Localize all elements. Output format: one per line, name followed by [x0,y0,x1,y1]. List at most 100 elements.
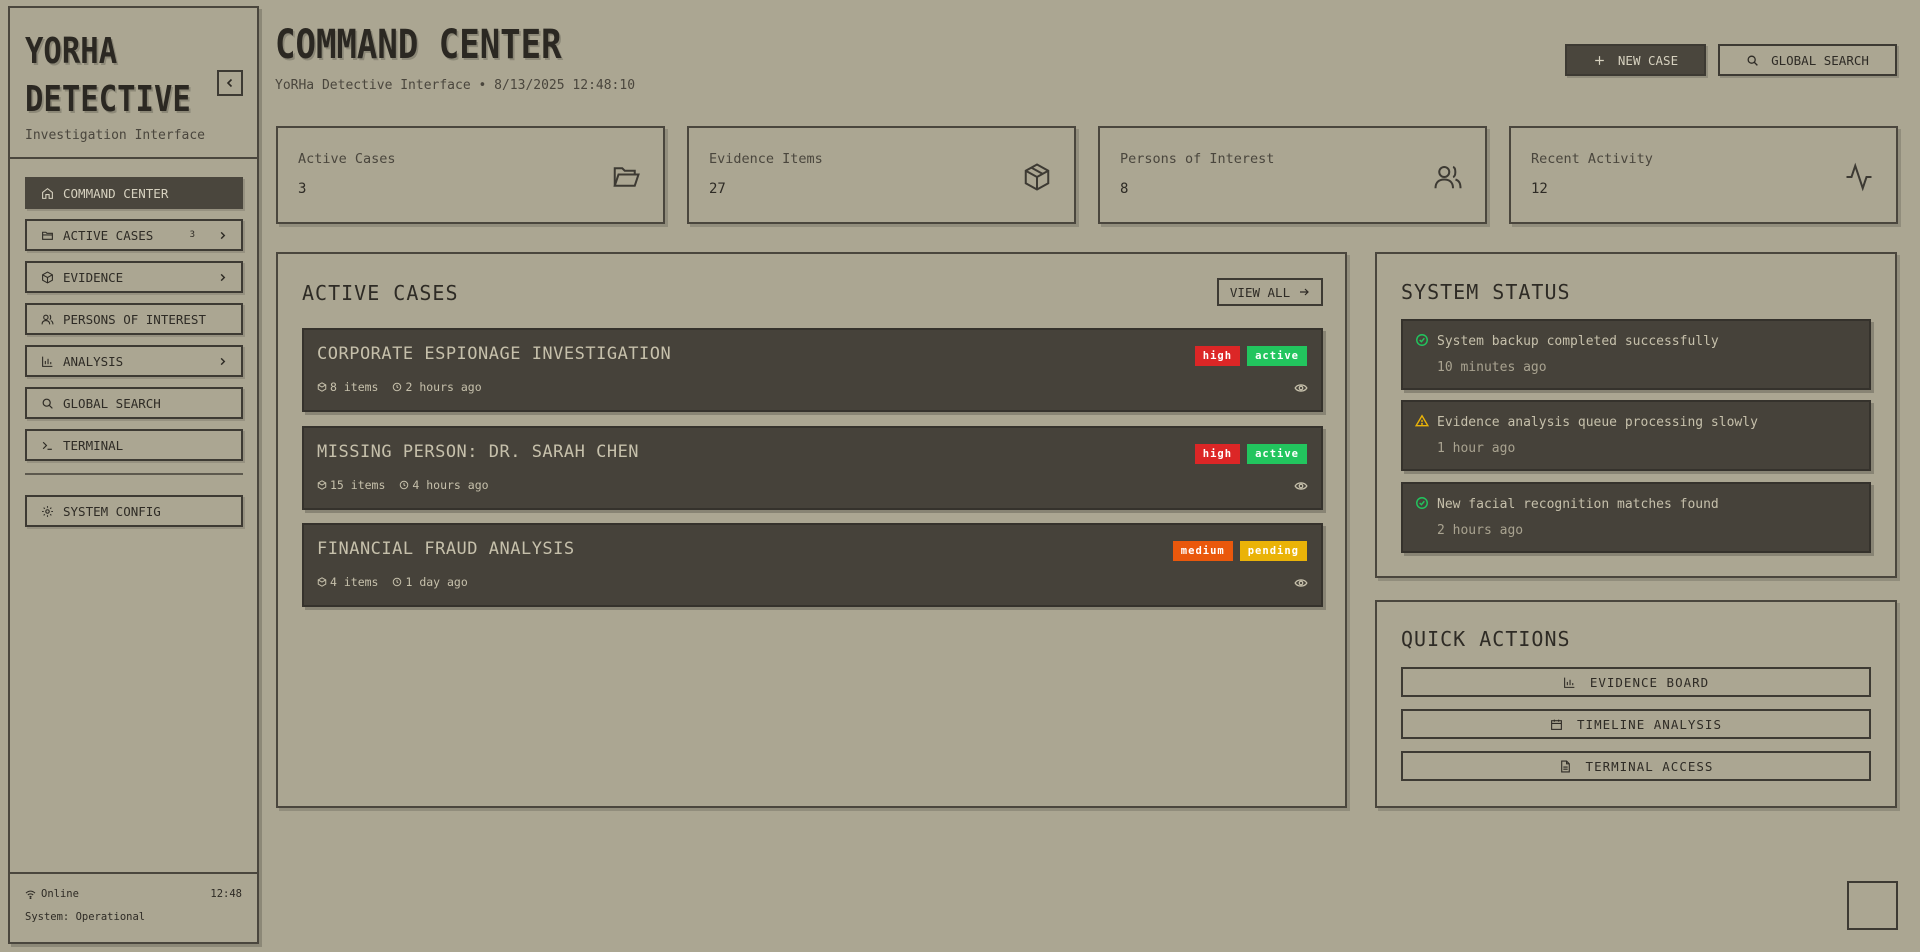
stat-card-persons-of-interest: Persons of Interest 8 [1098,126,1487,224]
box-icon [317,577,327,587]
stat-card-evidence-items: Evidence Items 27 [687,126,1076,224]
case-card[interactable]: MISSING PERSON: DR. SARAH CHEN high acti… [302,426,1323,510]
sidebar-footer: Online 12:48 System: Operational [10,872,257,942]
count-badge: 3 [189,230,195,240]
timeline-analysis-button[interactable]: TIMELINE ANALYSIS [1401,709,1871,739]
gear-icon [42,505,53,517]
system-status-text: System: Operational [25,911,146,923]
sidebar-item-system-config[interactable]: SYSTEM CONFIG [25,495,243,527]
stat-label: Evidence Items [709,151,823,167]
quick-action-label: EVIDENCE BOARD [1589,674,1710,690]
status-message: System backup completed successfully [1437,334,1719,349]
new-case-button[interactable]: NEW CASE [1565,44,1706,76]
view-all-label: VIEW ALL [1229,284,1291,300]
bar-chart-icon [42,356,53,367]
system-status-title: SYSTEM STATUS [1401,280,1571,304]
eye-icon[interactable] [1294,382,1308,394]
home-icon [42,187,53,199]
status-badge: pending [1239,541,1307,561]
status-item: System backup completed successfully 10 … [1401,319,1871,390]
status-time: 10 minutes ago [1437,360,1547,375]
activity-icon [1846,162,1872,192]
floating-action-box[interactable] [1847,881,1898,930]
chevron-right-icon [220,357,226,365]
stat-value: 8 [1120,181,1129,197]
footer-clock: 12:48 [210,888,242,900]
case-title: MISSING PERSON: DR. SARAH CHEN [317,442,640,462]
stat-card-active-cases: Active Cases 3 [276,126,665,224]
connection-label: Online [41,888,79,900]
wifi-icon [25,890,36,899]
case-title: CORPORATE ESPIONAGE INVESTIGATION [317,344,672,364]
status-message: New facial recognition matches found [1437,497,1719,512]
sidebar-item-analysis[interactable]: ANALYSIS [25,345,243,377]
active-cases-title: ACTIVE CASES [302,281,459,305]
brand-block: YORHA DETECTIVE Investigation Interface [10,8,257,159]
sidebar-item-command-center[interactable]: COMMAND CENTER [25,177,243,209]
case-card[interactable]: FINANCIAL FRAUD ANALYSIS medium pending … [302,523,1323,607]
brand-subtitle: Investigation Interface [25,128,206,143]
priority-badge: medium [1172,541,1233,561]
case-tags: high active [1194,346,1307,366]
arrow-right-icon [1300,288,1309,296]
plus-icon [1595,55,1604,65]
sidebar-item-label: ANALYSIS [63,353,124,369]
case-updated: 2 hours ago [405,380,482,394]
chevron-right-icon [220,273,226,281]
sidebar-item-global-search[interactable]: GLOBAL SEARCH [25,387,243,419]
sidebar-item-terminal[interactable]: TERMINAL [25,429,243,461]
stat-label: Recent Activity [1531,151,1653,167]
sidebar-item-evidence[interactable]: EVIDENCE [25,261,243,293]
eye-icon[interactable] [1294,480,1308,492]
view-all-button[interactable]: VIEW ALL [1217,278,1323,306]
stat-label: Persons of Interest [1120,151,1275,167]
case-meta: 15 items 4 hours ago [317,478,489,492]
search-icon [1747,55,1758,66]
sidebar-item-persons-of-interest[interactable]: PERSONS OF INTEREST [25,303,243,335]
box-icon [42,270,53,284]
quick-actions-panel: QUICK ACTIONS EVIDENCE BOARD TIMELINE AN… [1375,600,1897,808]
quick-action-label: TIMELINE ANALYSIS [1577,716,1722,732]
status-badge: active [1247,346,1307,366]
stat-value: 3 [298,181,307,197]
case-meta: 4 items 1 day ago [317,575,468,589]
folder-open-icon [613,167,640,187]
folder-icon [42,231,53,240]
brand-title: YORHA DETECTIVE [25,28,210,124]
quick-actions-title: QUICK ACTIONS [1401,627,1571,651]
status-item: Evidence analysis queue processing slowl… [1401,400,1871,471]
status-item: New facial recognition matches found 2 h… [1401,482,1871,553]
connection-status: Online [25,888,79,900]
clock-icon [393,382,402,392]
system-status-panel: SYSTEM STATUS System backup completed su… [1375,252,1897,578]
box-icon [317,480,327,490]
case-item-count: 8 items [330,380,379,394]
priority-badge: high [1194,346,1241,366]
page-title: COMMAND CENTER [275,22,562,68]
active-cases-panel: ACTIVE CASES VIEW ALL CORPORATE ESPIONAG… [276,252,1347,808]
sidebar-item-label: PERSONS OF INTEREST [63,311,206,327]
check-circle-icon [1416,497,1428,509]
case-card[interactable]: CORPORATE ESPIONAGE INVESTIGATION high a… [302,328,1323,412]
terminal-access-button[interactable]: TERMINAL ACCESS [1401,751,1871,781]
sidebar-nav: COMMAND CENTER ACTIVE CASES 3 EVIDENCE P… [25,177,243,537]
box-icon [1024,163,1050,191]
collapse-sidebar-button[interactable] [217,70,243,96]
sidebar-item-label: EVIDENCE [63,269,124,285]
sidebar-item-label: COMMAND CENTER [63,185,169,201]
stat-card-recent-activity: Recent Activity 12 [1509,126,1898,224]
priority-badge: high [1194,444,1241,464]
evidence-board-button[interactable]: EVIDENCE BOARD [1401,667,1871,697]
new-case-label: NEW CASE [1617,52,1679,68]
nav-divider [25,473,243,475]
sidebar-item-active-cases[interactable]: ACTIVE CASES 3 [25,219,243,251]
status-message: Evidence analysis queue processing slowl… [1437,415,1758,430]
check-circle-icon [1416,334,1428,346]
clock-icon [393,577,402,587]
clock-icon [400,480,409,490]
global-search-button[interactable]: GLOBAL SEARCH [1718,44,1897,76]
stat-value: 12 [1531,181,1548,197]
eye-icon[interactable] [1294,577,1308,589]
sidebar-item-label: TERMINAL [63,437,124,453]
search-icon [42,398,53,409]
